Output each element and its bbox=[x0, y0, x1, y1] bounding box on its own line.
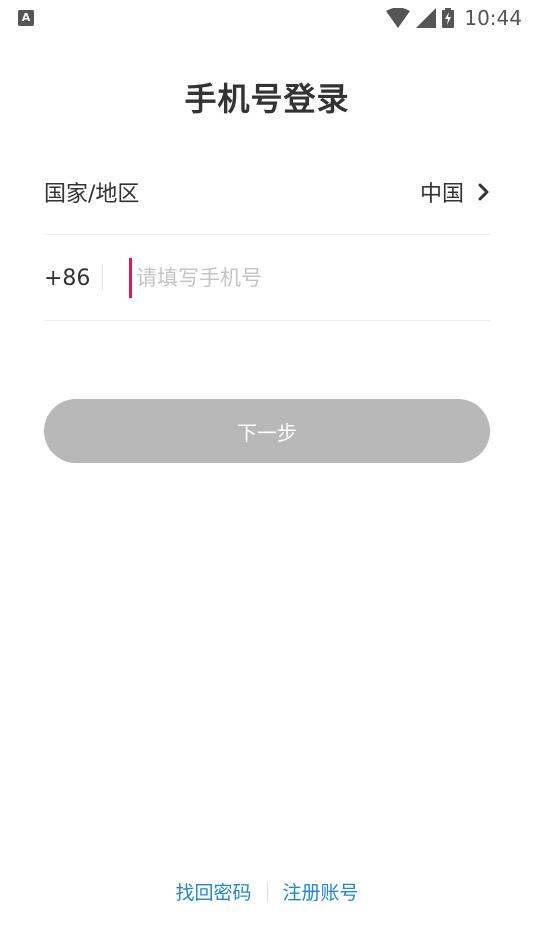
country-code[interactable]: +86 bbox=[44, 266, 102, 291]
phone-number-input[interactable] bbox=[129, 258, 490, 298]
next-step-button[interactable]: 下一步 bbox=[44, 399, 490, 463]
footer-links: 找回密码 注册账号 bbox=[0, 878, 534, 905]
country-region-value-group: 中国 bbox=[420, 176, 490, 208]
country-region-selector[interactable]: 国家/地区 中国 bbox=[44, 150, 490, 235]
country-region-label: 国家/地区 bbox=[44, 182, 140, 207]
footer-link-divider bbox=[266, 881, 268, 902]
page-title: 手机号登录 bbox=[184, 80, 350, 118]
status-icons: 10:44 bbox=[386, 6, 522, 30]
register-account-link[interactable]: 注册账号 bbox=[283, 878, 359, 905]
status-clock: 10:44 bbox=[464, 6, 522, 30]
status-bar: A 10:44 bbox=[0, 0, 534, 36]
battery-charging-icon bbox=[442, 8, 455, 28]
wifi-icon bbox=[386, 8, 411, 28]
notification-app-icon: A bbox=[18, 10, 34, 26]
phone-number-row: +86 bbox=[44, 236, 490, 321]
country-region-value: 中国 bbox=[419, 182, 464, 207]
country-code-divider bbox=[102, 265, 103, 291]
chevron-right-icon bbox=[478, 183, 490, 201]
signal-icon bbox=[416, 8, 437, 28]
recover-password-link[interactable]: 找回密码 bbox=[175, 878, 251, 905]
